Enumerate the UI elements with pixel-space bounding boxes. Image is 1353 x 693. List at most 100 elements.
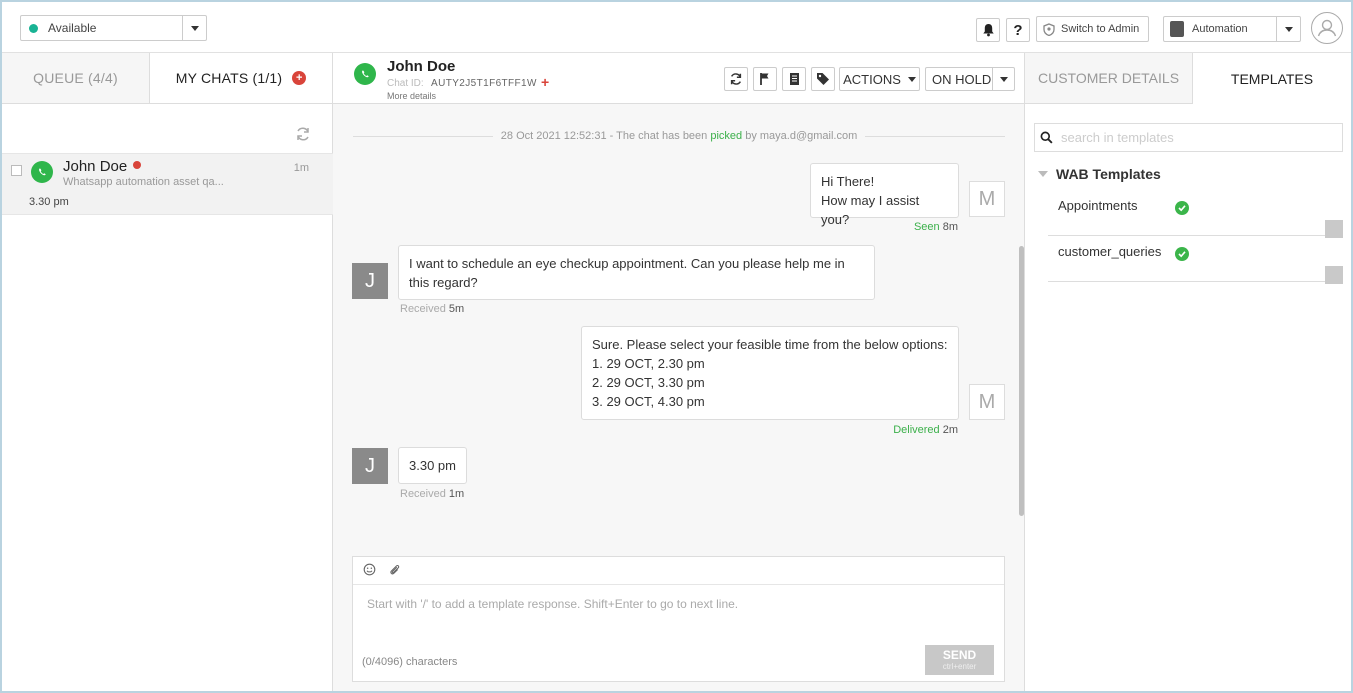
message-line: 1. 29 OCT, 2.30 pm — [592, 356, 705, 371]
divider — [353, 135, 493, 137]
on-hold-dropdown-button[interactable] — [992, 68, 1014, 90]
contact-name: John Doe — [387, 58, 456, 75]
actions-dropdown[interactable]: ACTIONS — [839, 67, 920, 91]
top-bar: Available ? Switch to Admin Automation — [2, 2, 1351, 53]
tag-button[interactable] — [811, 67, 835, 91]
message-status-label: Received — [400, 488, 446, 500]
system-message-text: 28 Oct 2021 12:52:31 - The chat has been… — [493, 130, 865, 142]
composer-toolbar — [353, 557, 1004, 585]
user-icon — [1317, 19, 1337, 37]
paperclip-icon — [390, 564, 400, 574]
agent-avatar: M — [969, 181, 1005, 217]
message-line: 2. 29 OCT, 3.30 pm — [592, 375, 705, 390]
refresh-list-button[interactable] — [295, 126, 311, 142]
tab-templates[interactable]: TEMPLATES — [1193, 53, 1351, 104]
message-line: Hi There! — [821, 174, 875, 189]
tag-icon — [817, 73, 829, 85]
agent-message-bubble: Hi There! How may I assist you? — [810, 163, 959, 227]
details-panel: CUSTOMER DETAILS TEMPLATES search in tem… — [1024, 53, 1351, 691]
unread-dot-icon — [133, 161, 141, 169]
template-item[interactable]: Appointments — [1048, 190, 1343, 238]
whatsapp-icon — [354, 63, 376, 85]
message-line: I want to schedule an eye checkup appoin… — [409, 256, 845, 271]
attach-button[interactable] — [388, 563, 401, 579]
template-group-title: WAB Templates — [1056, 166, 1161, 182]
status-select[interactable]: Available — [20, 15, 207, 41]
composer-placeholder: Start with '/' to add a template respons… — [367, 597, 739, 611]
agent-message-bubble: Sure. Please select your feasible time f… — [581, 326, 959, 420]
tab-my-chats[interactable]: MY CHATS (1/1) + — [150, 53, 332, 103]
on-hold-button[interactable]: ON HOLD — [925, 67, 1015, 91]
refresh-icon — [297, 127, 309, 141]
details-tabs: CUSTOMER DETAILS TEMPLATES — [1025, 53, 1351, 104]
conversation-panel: John Doe Chat ID: AUTY2J5T1F6TFF1W + Mor… — [333, 53, 1024, 691]
status-dropdown-button[interactable] — [182, 16, 206, 40]
message-line: 3.30 pm — [409, 458, 456, 473]
message-status: Seen 8m — [914, 221, 958, 233]
message-line: 3. 29 OCT, 4.30 pm — [592, 394, 705, 409]
notifications-button[interactable] — [976, 18, 1000, 42]
send-button[interactable]: SEND ctrl+enter — [925, 645, 994, 675]
message-time-ago: 8m — [942, 221, 958, 233]
new-chat-icon[interactable]: + — [292, 71, 307, 85]
template-search-placeholder: search in templates — [1061, 130, 1174, 145]
flag-button[interactable] — [753, 67, 777, 91]
workspace-dropdown-button[interactable] — [1276, 17, 1300, 41]
customer-avatar: J — [352, 448, 388, 484]
tab-queue-label: QUEUE (4/4) — [33, 70, 118, 86]
message-status-label: Received — [400, 303, 446, 315]
chat-id-value: AUTY2J5T1F6TFF1W — [431, 78, 537, 89]
tab-customer-details[interactable]: CUSTOMER DETAILS — [1025, 53, 1193, 104]
tab-queue[interactable]: QUEUE (4/4) — [2, 53, 150, 103]
message-status-label: Delivered — [893, 424, 940, 436]
message-time-ago: 2m — [942, 424, 958, 436]
more-details-link[interactable]: More details — [387, 91, 436, 101]
message-status: Received 1m — [400, 488, 464, 500]
chat-preview: Whatsapp automation asset qa... — [63, 176, 224, 188]
refresh-icon — [730, 73, 742, 85]
select-checkbox[interactable] — [11, 165, 22, 176]
switch-to-admin-button[interactable]: Switch to Admin — [1036, 16, 1149, 42]
message-time-ago: 5m — [448, 303, 465, 315]
add-plus-icon[interactable]: + — [541, 74, 549, 90]
caret-down-icon — [907, 76, 916, 82]
template-group-header[interactable]: WAB Templates — [1038, 166, 1161, 182]
emoji-button[interactable] — [363, 563, 376, 579]
document-icon — [789, 73, 799, 85]
chat-list-tabs: QUEUE (4/4) MY CHATS (1/1) + — [2, 53, 332, 104]
tab-customer-details-label: CUSTOMER DETAILS — [1037, 70, 1180, 86]
character-counter: (0/4096) characters — [362, 656, 458, 668]
notes-button[interactable] — [782, 67, 806, 91]
send-label: SEND — [942, 648, 977, 662]
composer-input[interactable]: Start with '/' to add a template respons… — [353, 586, 1004, 646]
system-message: 28 Oct 2021 12:52:31 - The chat has been… — [353, 129, 1006, 143]
user-avatar[interactable] — [1311, 12, 1343, 44]
message-status: Delivered 2m — [893, 424, 958, 436]
workspace-icon — [1170, 21, 1184, 37]
verified-check-icon — [1175, 201, 1189, 215]
status-label: Available — [48, 21, 97, 35]
caret-down-icon — [1038, 171, 1048, 177]
status-dot-icon — [29, 23, 38, 33]
template-item[interactable]: customer_queries — [1048, 236, 1343, 284]
tab-my-chats-label: MY CHATS (1/1) — [175, 70, 283, 86]
workspace-label: Automation — [1192, 23, 1248, 35]
caret-down-icon — [1284, 26, 1293, 32]
verified-check-icon — [1175, 247, 1189, 261]
tab-templates-label: TEMPLATES — [1230, 70, 1314, 87]
template-action-button[interactable] — [1325, 266, 1343, 284]
template-search-input[interactable]: search in templates — [1034, 123, 1343, 152]
transfer-button[interactable] — [724, 67, 748, 91]
message-status: Received 5m — [400, 303, 464, 315]
message-time-ago: 1m — [448, 488, 465, 500]
chat-list-item[interactable]: John Doe 1m Whatsapp automation asset qa… — [2, 153, 333, 215]
help-button[interactable]: ? — [1006, 18, 1030, 42]
message-line: this regard? — [409, 275, 478, 290]
workspace-select[interactable]: Automation — [1163, 16, 1301, 42]
chat-name: John Doe — [63, 158, 128, 175]
message-line: Sure. Please select your feasible time f… — [592, 337, 948, 352]
chat-id-label: Chat ID: — [387, 78, 424, 89]
chat-last-message: 3.30 pm — [29, 196, 69, 208]
chat-time-ago: 1m — [293, 162, 309, 174]
search-icon — [1040, 131, 1053, 144]
